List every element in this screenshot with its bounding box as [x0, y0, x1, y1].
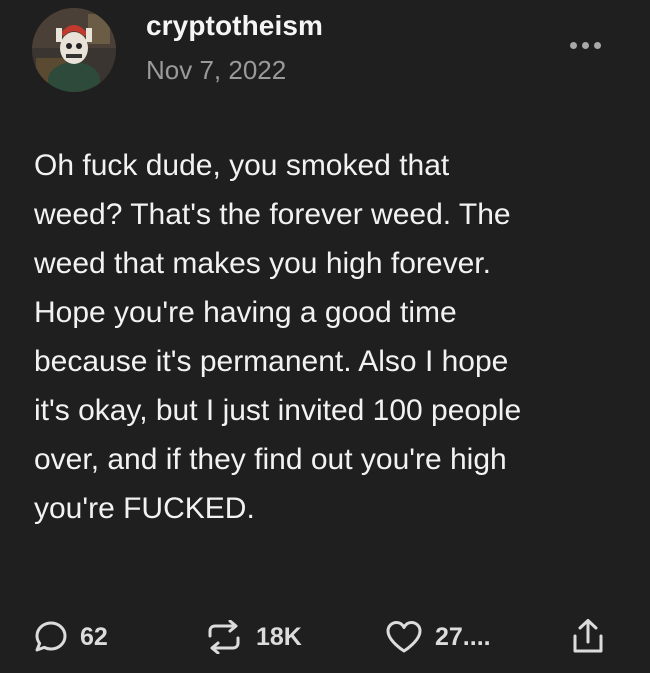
more-dots-icon [569, 41, 577, 49]
avatar[interactable] [32, 8, 116, 92]
post-body: Oh fuck dude, you smoked that weed? That… [34, 149, 522, 525]
more-dots-icon [593, 41, 601, 49]
post-card: cryptotheism Nov 7, 2022 Oh fuck dude, y… [0, 0, 650, 673]
like-button[interactable]: 27.... [385, 612, 491, 662]
action-bar: 62 18K 27.... [0, 612, 650, 662]
more-dots-icon [581, 41, 589, 49]
repost-arrows-icon [208, 620, 240, 654]
reply-count: 62 [80, 622, 108, 651]
reblog-count: 18K [256, 622, 302, 651]
avatar-image [32, 8, 116, 92]
post-date: Nov 7, 2022 [146, 55, 287, 85]
share-button[interactable] [571, 612, 605, 662]
username[interactable]: cryptotheism [146, 10, 323, 42]
share-upload-icon [573, 619, 603, 653]
heart-icon [386, 621, 422, 653]
reblog-button[interactable]: 18K [204, 612, 302, 662]
reply-button[interactable]: 62 [34, 612, 108, 662]
more-options-button[interactable] [560, 30, 610, 60]
speech-bubble-icon [35, 621, 67, 652]
like-count: 27.... [435, 622, 491, 651]
